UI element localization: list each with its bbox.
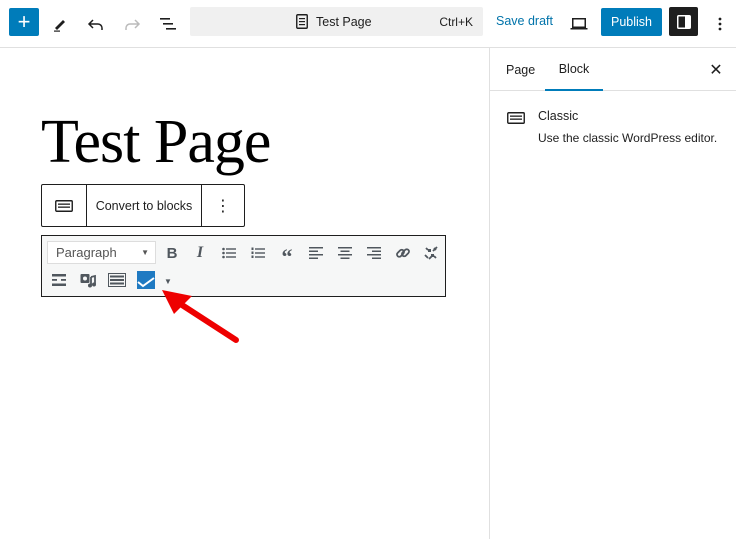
plus-icon: + [17, 9, 31, 34]
tab-block[interactable]: Block [545, 48, 603, 91]
arrow-shaft [179, 302, 239, 343]
link-icon [396, 248, 410, 258]
link-button[interactable] [391, 241, 415, 265]
checkmark-icon [137, 271, 155, 289]
bullet-list-button[interactable] [217, 241, 241, 265]
keyboard-shortcut: Ctrl+K [439, 14, 473, 29]
list-view-icon [160, 18, 176, 30]
read-more-icon [52, 274, 66, 286]
media-icon [80, 273, 96, 287]
custom-plugin-button[interactable] [134, 268, 158, 292]
page-title[interactable]: Test Page [41, 108, 271, 176]
preview-button[interactable] [563, 8, 595, 40]
toolbar-toggle-button[interactable] [105, 268, 129, 292]
close-icon: ✕ [709, 62, 723, 79]
block-description: Use the classic WordPress editor. [538, 131, 718, 145]
format-select[interactable]: Paragraph ▼ [47, 241, 156, 264]
bold-button[interactable]: B [160, 241, 184, 265]
bullet-list-icon [222, 247, 236, 259]
align-center-button[interactable] [333, 241, 357, 265]
pencil-icon [54, 20, 65, 32]
close-sidebar-button[interactable]: ✕ [702, 56, 730, 84]
document-title: Test Page [316, 14, 372, 29]
sidebar-toggle-icon [676, 14, 691, 29]
caret-down-icon: ▼ [164, 276, 172, 286]
tab-page[interactable]: Page [506, 48, 535, 91]
annotation-arrow [162, 290, 239, 343]
desktop-preview-icon [570, 18, 588, 30]
sidebar-tabs: Page Block ✕ [490, 48, 736, 91]
undo-icon [87, 19, 103, 30]
align-left-button[interactable] [304, 241, 328, 265]
redo-button[interactable] [116, 8, 148, 40]
blockquote-button[interactable]: “ [275, 241, 299, 269]
redo-icon [125, 19, 141, 30]
publish-button[interactable]: Publish [601, 8, 662, 36]
save-draft-button[interactable]: Save draft [496, 14, 553, 28]
unlink-button[interactable] [419, 241, 443, 265]
more-vertical-icon [718, 17, 722, 31]
command-palette-bar[interactable]: Test Page Ctrl+K [190, 7, 483, 36]
block-toolbar: Convert to blocks ⋮ [41, 184, 245, 227]
italic-button[interactable]: I [188, 241, 212, 265]
tools-button[interactable] [44, 8, 76, 40]
block-inserter-button[interactable]: + [9, 8, 39, 36]
read-more-button[interactable] [47, 268, 71, 292]
align-right-icon [367, 247, 381, 259]
format-select-value: Paragraph [56, 245, 117, 260]
settings-toggle-button[interactable] [669, 7, 698, 36]
convert-to-blocks-button[interactable]: Convert to blocks [87, 185, 202, 226]
chevron-down-icon: ▼ [141, 248, 149, 257]
add-media-button[interactable] [76, 268, 100, 292]
document-icon [296, 14, 308, 29]
block-type-button[interactable] [42, 185, 87, 226]
align-center-icon [338, 247, 352, 259]
block-options-button[interactable]: ⋮ [202, 185, 244, 226]
options-menu-button[interactable] [704, 8, 736, 40]
unlink-icon [424, 246, 438, 260]
list-view-button[interactable] [152, 8, 184, 40]
undo-button[interactable] [80, 8, 112, 40]
align-right-button[interactable] [362, 241, 386, 265]
numbered-list-button[interactable] [246, 241, 270, 265]
block-title: Classic [538, 109, 579, 123]
settings-sidebar: Page Block ✕ Classic Use the classic Wor… [489, 48, 736, 539]
align-left-icon [309, 247, 323, 259]
keyboard-icon [55, 199, 73, 212]
keyboard-icon [108, 273, 126, 287]
numbered-list-icon [251, 247, 265, 258]
editor-header: + Test Page Ctrl+K Save draft Publish [0, 0, 736, 48]
keyboard-icon [507, 111, 525, 129]
